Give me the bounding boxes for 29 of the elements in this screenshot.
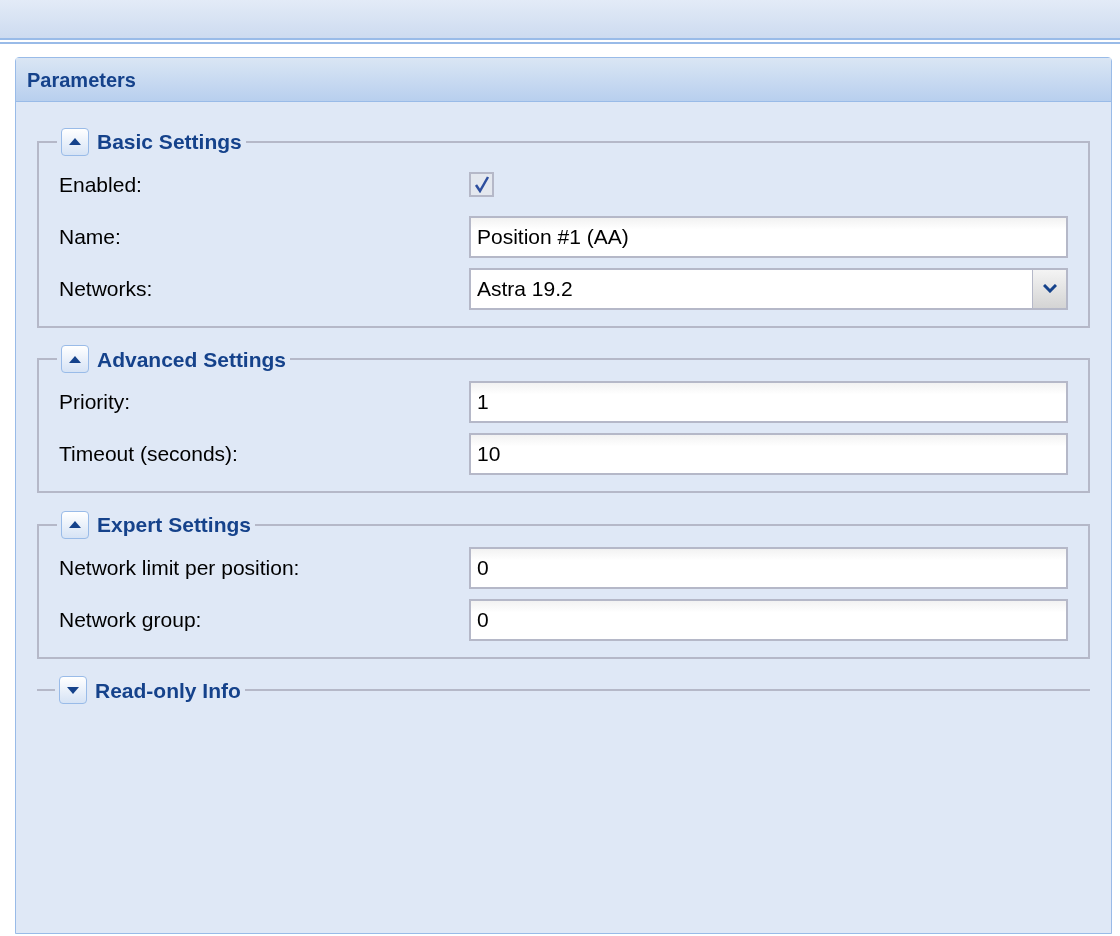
text-field[interactable]: 1 xyxy=(469,381,1068,423)
toggle-button[interactable] xyxy=(61,510,89,539)
toggle-button[interactable] xyxy=(61,127,89,156)
toggle-button[interactable] xyxy=(59,676,87,705)
text-field[interactable]: 0 xyxy=(469,598,1068,641)
text-field[interactable]: 0 xyxy=(469,546,1068,589)
toggle-button[interactable] xyxy=(61,345,89,374)
caret-up-icon xyxy=(69,521,81,529)
text-field[interactable]: Position #1 (AA) xyxy=(469,215,1068,258)
field-label: Priority: xyxy=(59,389,132,416)
section-title: Advanced Settings xyxy=(97,346,287,373)
field-label: Network limit per position: xyxy=(59,554,301,581)
section-title: Basic Settings xyxy=(97,129,242,155)
caret-up-icon xyxy=(69,138,81,146)
field-label: Networks: xyxy=(59,275,154,302)
field-label: Timeout (seconds): xyxy=(59,441,239,468)
field-label: Name: xyxy=(59,223,122,250)
field-label: Enabled: xyxy=(59,171,143,198)
caret-up-icon xyxy=(69,355,81,363)
chevron-down-icon xyxy=(1042,284,1057,293)
text-field[interactable]: 10 xyxy=(469,433,1068,475)
caret-down-icon xyxy=(67,686,79,694)
section-title: Expert Settings xyxy=(97,512,252,538)
field-label: Network group: xyxy=(59,606,203,633)
dropdown[interactable]: Astra 19.2 xyxy=(469,267,1068,310)
checkbox[interactable] xyxy=(469,172,494,197)
section-title: Read-only Info xyxy=(95,677,241,704)
panel-title: Parameters xyxy=(27,67,136,93)
check-icon xyxy=(473,176,490,193)
